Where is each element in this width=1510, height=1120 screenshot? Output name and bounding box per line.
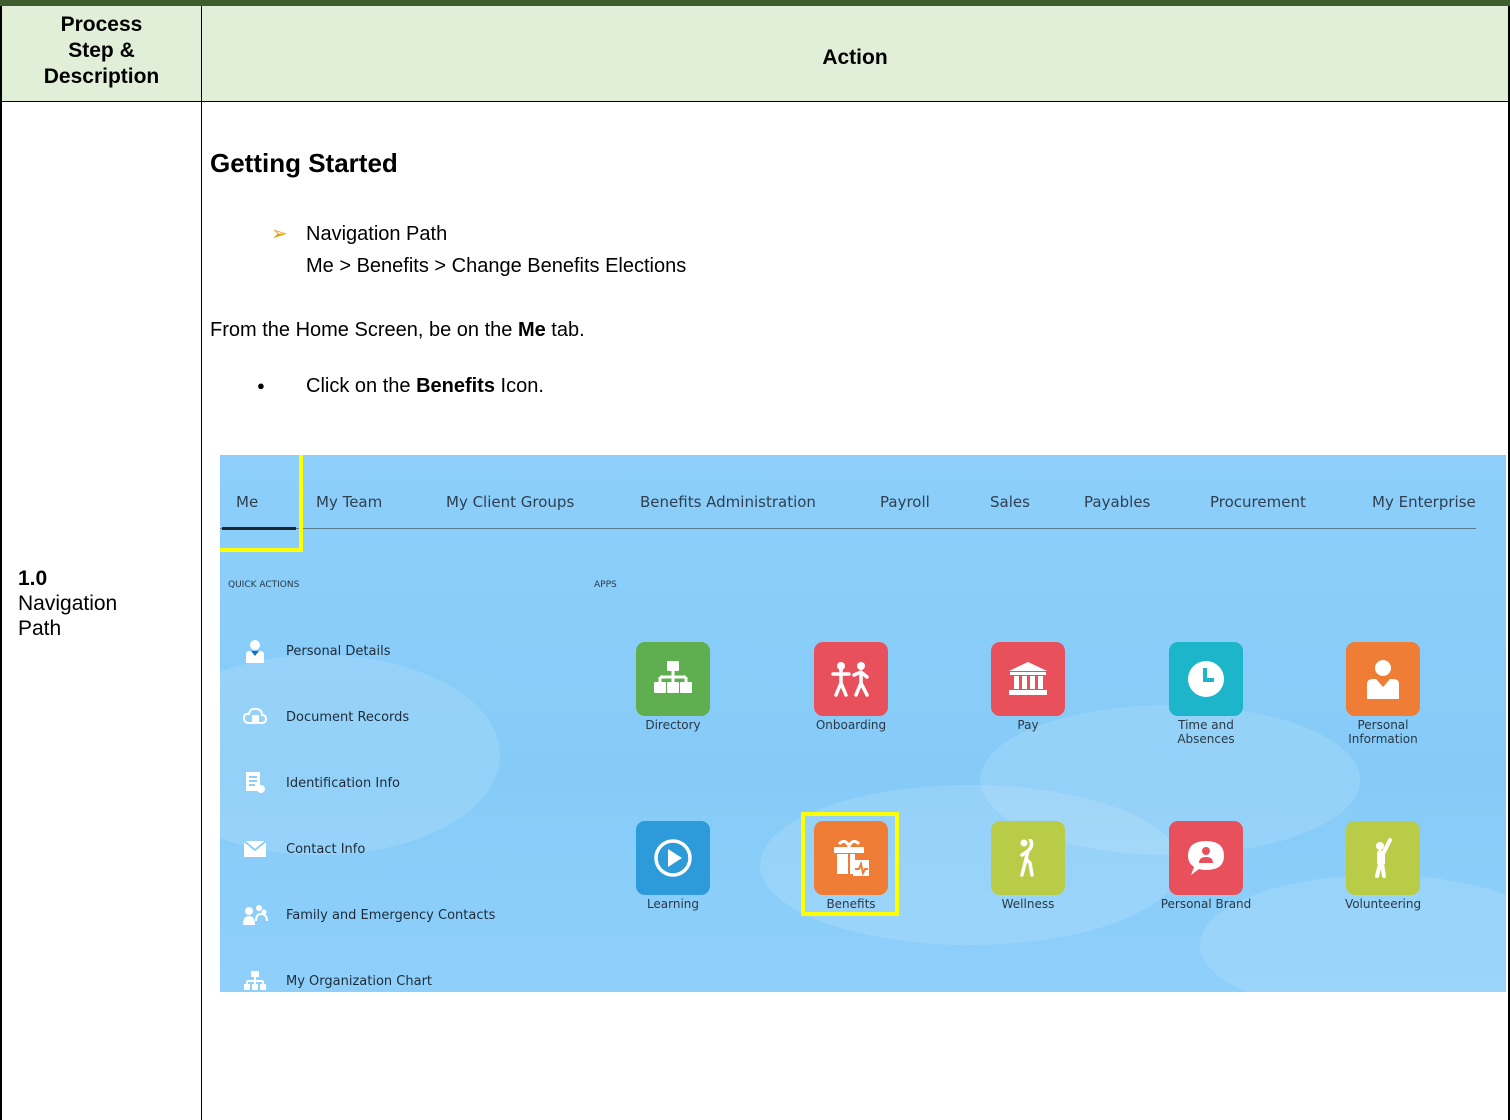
- app-label: Personal Brand: [1160, 897, 1252, 911]
- text: tab.: [545, 319, 585, 341]
- app-label: Personal Information: [1348, 718, 1418, 746]
- step-description: 1.0 Navigation Path: [18, 566, 117, 641]
- header-process-step: Process Step & Description: [2, 12, 201, 90]
- arrow-bullet-icon: ➢: [271, 223, 288, 245]
- step-name-line: Path: [18, 617, 62, 640]
- quick-actions-heading: QUICK ACTIONS: [228, 580, 300, 590]
- cloud-document-icon: [242, 704, 268, 730]
- bank-icon: [991, 642, 1065, 716]
- stretch-icon: [991, 821, 1065, 895]
- quick-action-family-contacts[interactable]: Family and Emergency Contacts: [242, 902, 495, 928]
- app-label: Learning: [646, 897, 700, 911]
- person-icon: [242, 638, 268, 664]
- quick-action-label: Family and Emergency Contacts: [286, 907, 496, 923]
- table-header-row: Process Step & Description Action: [2, 6, 1508, 102]
- apps-heading: APPS: [594, 580, 617, 590]
- tab-payroll[interactable]: Payroll: [880, 493, 930, 511]
- app-directory[interactable]: Directory: [598, 642, 748, 732]
- tab-procurement[interactable]: Procurement: [1210, 493, 1306, 511]
- home-instruction: From the Home Screen, be on the Me tab.: [210, 319, 585, 342]
- bullet-dot-icon: ●: [257, 378, 265, 393]
- home-screen-screenshot: Me My Team My Client Groups Benefits Adm…: [220, 455, 1506, 992]
- quick-action-personal-details[interactable]: Personal Details: [242, 638, 390, 664]
- benefits-icon-highlight: [801, 812, 899, 916]
- step-number: 1.0: [18, 567, 48, 590]
- tab-my-team[interactable]: My Team: [316, 493, 382, 511]
- quick-action-label: Document Records: [286, 709, 410, 725]
- text: From the Home Screen, be on the: [210, 319, 518, 341]
- navigation-path-title: Navigation Path: [306, 223, 448, 245]
- text-bold: Me: [517, 319, 546, 341]
- tabs-divider: [220, 528, 1476, 529]
- app-label: Onboarding: [815, 718, 887, 732]
- app-label: Volunteering: [1344, 897, 1422, 911]
- app-label: Time and Absences: [1177, 718, 1235, 746]
- id-document-icon: [242, 770, 268, 796]
- app-label: Pay: [1017, 718, 1039, 732]
- header-action: Action: [822, 46, 888, 69]
- navigation-tabs: Me My Team My Client Groups Benefits Adm…: [220, 455, 1506, 530]
- quick-action-contact-info[interactable]: Contact Info: [242, 836, 365, 862]
- app-time-and-absences[interactable]: Time and Absences: [1131, 642, 1281, 746]
- app-personal-information[interactable]: Personal Information: [1308, 642, 1458, 746]
- tab-benefits-administration[interactable]: Benefits Administration: [640, 493, 816, 511]
- text: Click on the: [306, 375, 417, 397]
- me-tab-highlight: [220, 455, 303, 552]
- speech-person-icon: [1169, 821, 1243, 895]
- tab-my-enterprise[interactable]: My Enterprise: [1372, 493, 1476, 511]
- hand-raise-icon: [1346, 821, 1420, 895]
- quick-action-label: Personal Details: [286, 643, 391, 659]
- clock-icon: [1169, 642, 1243, 716]
- app-label: Directory: [645, 718, 701, 732]
- text: Icon.: [494, 375, 544, 397]
- play-icon: [636, 821, 710, 895]
- org-chart-icon: [242, 968, 268, 992]
- quick-action-document-records[interactable]: Document Records: [242, 704, 409, 730]
- app-volunteering[interactable]: Volunteering: [1308, 821, 1458, 911]
- header-line: Step &: [68, 39, 135, 62]
- family-icon: [242, 902, 268, 928]
- tab-payables[interactable]: Payables: [1084, 493, 1150, 511]
- column-divider: [201, 6, 202, 1120]
- quick-action-label: Contact Info: [286, 841, 366, 857]
- header-line: Process: [60, 13, 143, 36]
- click-instruction: Click on the Benefits Icon.: [306, 375, 544, 398]
- quick-action-label: My Organization Chart: [286, 973, 433, 989]
- quick-action-identification-info[interactable]: Identification Info: [242, 770, 400, 796]
- app-pay[interactable]: Pay: [953, 642, 1103, 732]
- section-title: Getting Started: [210, 148, 398, 178]
- quick-action-org-chart[interactable]: My Organization Chart: [242, 968, 432, 992]
- app-label: Wellness: [1001, 897, 1055, 911]
- tab-my-client-groups[interactable]: My Client Groups: [446, 493, 574, 511]
- envelope-icon: [242, 836, 268, 862]
- navigation-path: Me > Benefits > Change Benefits Election…: [306, 255, 687, 277]
- step-name-line: Navigation: [18, 592, 118, 615]
- tab-sales[interactable]: Sales: [990, 493, 1030, 511]
- org-chart-icon: [636, 642, 710, 716]
- header-line: Description: [43, 65, 160, 88]
- text-bold: Benefits: [416, 375, 495, 397]
- onboarding-icon: [814, 642, 888, 716]
- app-personal-brand[interactable]: Personal Brand: [1131, 821, 1281, 911]
- person-icon: [1346, 642, 1420, 716]
- app-wellness[interactable]: Wellness: [953, 821, 1103, 911]
- app-onboarding[interactable]: Onboarding: [776, 642, 926, 732]
- quick-action-label: Identification Info: [286, 775, 400, 791]
- app-learning[interactable]: Learning: [598, 821, 748, 911]
